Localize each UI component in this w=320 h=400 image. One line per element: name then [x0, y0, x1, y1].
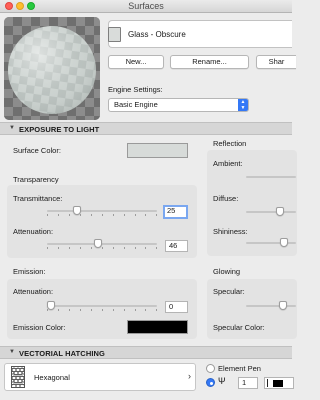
emission-attenuation-slider[interactable] — [47, 301, 157, 311]
material-name-row: Glass - Obscure — [108, 26, 292, 42]
reflection-title: Reflection — [213, 139, 247, 148]
engine-select[interactable]: Basic Engine ▲ ▼ — [108, 98, 249, 112]
transparency-title: Transparency — [13, 175, 59, 184]
pen-weight-icon — [267, 379, 268, 388]
transmittance-slider[interactable] — [47, 206, 157, 216]
surface-color-label: Surface Color: — [13, 146, 61, 155]
shininess-slider-thumb[interactable] — [280, 238, 288, 247]
specular-color-label: Specular Color: — [213, 323, 265, 332]
share-button[interactable]: Shar — [256, 55, 296, 69]
window-titlebar: Surfaces — [0, 0, 292, 13]
pen-icon: Ψ — [218, 376, 226, 386]
diffuse-slider[interactable] — [246, 207, 296, 217]
element-pen-label: Element Pen — [218, 364, 261, 373]
emission-title: Emission: — [13, 267, 46, 276]
ambient-slider[interactable] — [246, 172, 296, 182]
material-preview — [4, 17, 100, 120]
pen-number-input[interactable]: 1 — [238, 377, 258, 389]
emission-attenuation-label: Attenuation: — [13, 287, 54, 296]
new-button[interactable]: New... — [108, 55, 164, 69]
window-title: Surfaces — [128, 1, 164, 11]
exposure-section-title: EXPOSURE TO LIGHT — [19, 124, 100, 134]
transparency-attenuation-slider-thumb[interactable] — [93, 239, 102, 248]
specular-slider[interactable] — [246, 301, 296, 311]
surface-color-swatch[interactable] — [127, 143, 188, 158]
transmittance-slider-thumb[interactable] — [72, 206, 81, 215]
transparency-attenuation-label: Attenuation: — [13, 227, 54, 236]
engine-select-value: Basic Engine — [114, 100, 158, 109]
hexagonal-pattern-icon — [11, 366, 25, 388]
glowing-title: Glowing — [213, 267, 241, 276]
chevron-updown-icon: ▲ ▼ — [238, 99, 248, 111]
transparency-attenuation-slider[interactable] — [47, 239, 157, 249]
hatching-section-header[interactable]: ▼ VECTORIAL HATCHING — [0, 346, 292, 359]
hatch-pattern-name: Hexagonal — [34, 373, 70, 382]
transmittance-label: Transmittance: — [13, 194, 63, 203]
hatching-section-title: VECTORIAL HATCHING — [19, 348, 105, 358]
material-name: Glass - Obscure — [128, 29, 186, 39]
disclosure-triangle-icon: ▼ — [9, 125, 15, 131]
rename-button[interactable]: Rename... — [170, 55, 249, 69]
transmittance-input[interactable]: 25 — [163, 205, 188, 219]
specular-label: Specular: — [213, 287, 245, 296]
shininess-slider[interactable] — [246, 238, 296, 248]
pen-color-picker[interactable] — [264, 377, 294, 389]
preview-sphere-image — [4, 17, 100, 120]
pen-color-swatch — [273, 379, 284, 387]
shininess-label: Shininess: — [213, 227, 248, 236]
specular-slider-thumb[interactable] — [279, 301, 287, 310]
disclosure-triangle-icon: ▼ — [9, 349, 15, 355]
emission-attenuation-slider-thumb[interactable] — [47, 301, 55, 310]
emission-color-label: Emission Color: — [13, 323, 66, 332]
emission-color-swatch[interactable] — [127, 320, 188, 334]
hatch-pattern-selector[interactable]: Hexagonal › — [4, 363, 196, 391]
emission-attenuation-input[interactable]: 0 — [165, 301, 188, 313]
transparency-attenuation-input[interactable]: 46 — [165, 240, 188, 252]
engine-settings-label: Engine Settings: — [108, 85, 163, 94]
ambient-label: Ambient: — [213, 159, 243, 168]
exposure-section-header[interactable]: ▼ EXPOSURE TO LIGHT — [0, 122, 292, 135]
chevron-right-icon: › — [188, 371, 191, 381]
element-pen-radio[interactable] — [206, 364, 215, 373]
material-swatch — [108, 26, 121, 42]
custom-pen-radio[interactable] — [206, 378, 215, 387]
diffuse-label: Diffuse: — [213, 194, 239, 203]
diffuse-slider-thumb[interactable] — [276, 207, 284, 216]
